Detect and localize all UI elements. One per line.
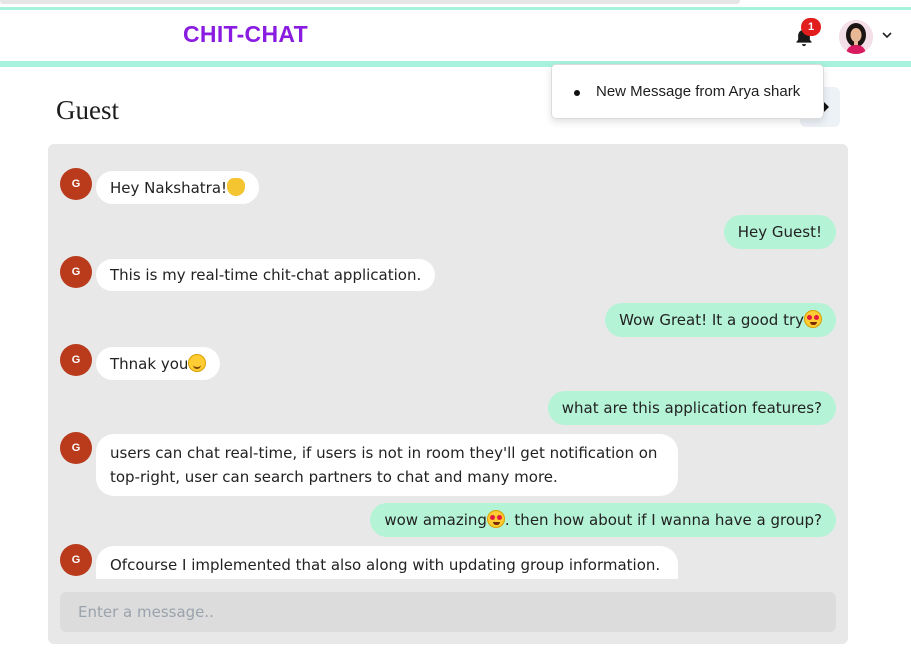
chat-title: Guest xyxy=(56,95,119,125)
message-text: Ofcourse I implemented that also along w… xyxy=(110,556,661,574)
message-text-before: wow amazing xyxy=(384,511,487,529)
navbar: CHIT-CHAT 1 xyxy=(0,10,911,67)
sender-avatar: G xyxy=(60,344,92,376)
notification-dropdown: New Message from Arya shark xyxy=(551,64,824,119)
notification-item[interactable]: New Message from Arya shark xyxy=(574,83,823,100)
message-text: Thnak you xyxy=(110,355,189,373)
message-input[interactable] xyxy=(60,592,836,632)
sender-avatar: G xyxy=(60,168,92,200)
message-text: users can chat real-time, if users is no… xyxy=(110,444,658,486)
waving-hand-emoji xyxy=(227,178,246,196)
message-text: Hey Nakshatra! xyxy=(110,179,228,197)
brand-logo: CHIT-CHAT xyxy=(183,21,308,47)
smiling-face-emoji xyxy=(188,354,207,372)
message-text-after: . then how about if I wanna have a group… xyxy=(504,511,822,529)
outgoing-message: wow amazing . then how about if I wanna h… xyxy=(370,503,836,537)
user-avatar[interactable] xyxy=(839,20,873,54)
incoming-message: users can chat real-time, if users is no… xyxy=(96,434,678,496)
chat-panel: G Hey Nakshatra! Hey Guest! G This is my… xyxy=(48,144,848,644)
message-text: Wow Great! It a good try xyxy=(619,311,804,329)
outgoing-message: what are this application features? xyxy=(547,391,836,425)
avatar-photo xyxy=(839,20,873,54)
message-text: Hey Guest! xyxy=(737,223,822,241)
incoming-message: Thnak you xyxy=(96,347,221,380)
notification-badge: 1 xyxy=(801,18,821,36)
page-scrollbar[interactable] xyxy=(0,0,740,4)
incoming-message: This is my real-time chit-chat applicati… xyxy=(96,259,436,291)
sender-avatar: G xyxy=(60,432,92,464)
outgoing-message: Hey Guest! xyxy=(723,215,836,249)
heart-eyes-emoji xyxy=(486,510,505,528)
incoming-message: Hey Nakshatra! xyxy=(96,171,260,204)
outgoing-message: Wow Great! It a good try xyxy=(605,303,836,337)
sender-avatar: G xyxy=(60,544,92,576)
sender-avatar: G xyxy=(60,256,92,288)
message-list[interactable]: G Hey Nakshatra! Hey Guest! G This is my… xyxy=(48,144,848,579)
top-scroll-strip xyxy=(0,0,911,10)
view-icon xyxy=(824,102,829,112)
message-text: what are this application features? xyxy=(561,399,822,417)
message-input-wrapper xyxy=(60,592,836,632)
message-text: This is my real-time chit-chat applicati… xyxy=(110,266,422,284)
heart-eyes-emoji xyxy=(804,310,822,328)
chevron-down-icon[interactable] xyxy=(880,28,894,42)
incoming-message: Ofcourse I implemented that also along w… xyxy=(96,546,678,579)
